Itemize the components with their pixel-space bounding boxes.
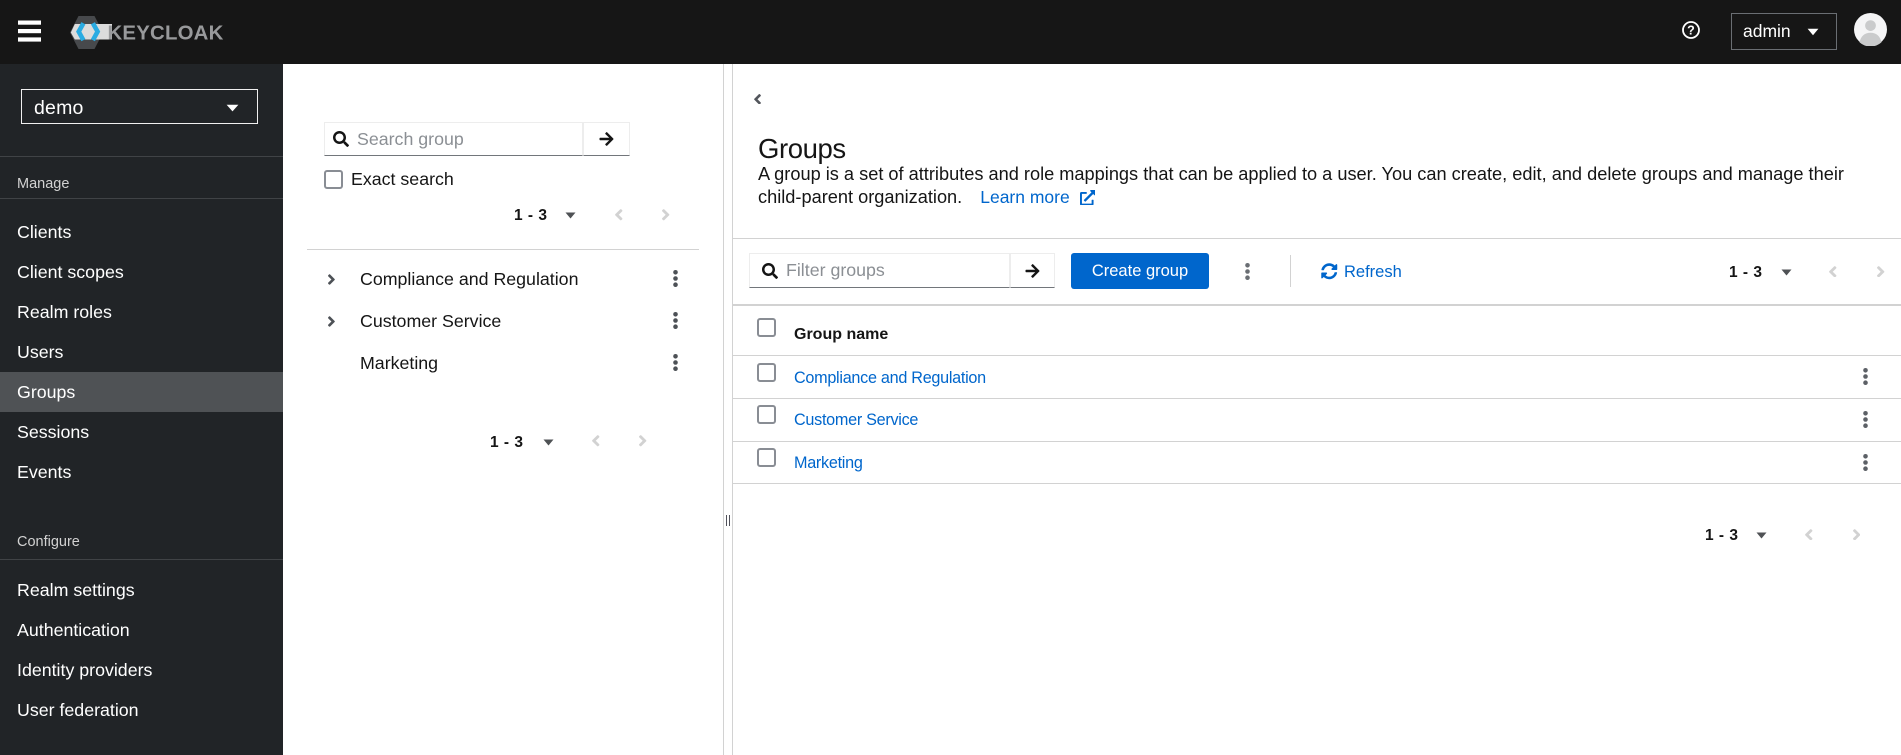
svg-text:?: ?: [1687, 23, 1695, 37]
svg-text:KEYCLOAK: KEYCLOAK: [108, 23, 224, 45]
